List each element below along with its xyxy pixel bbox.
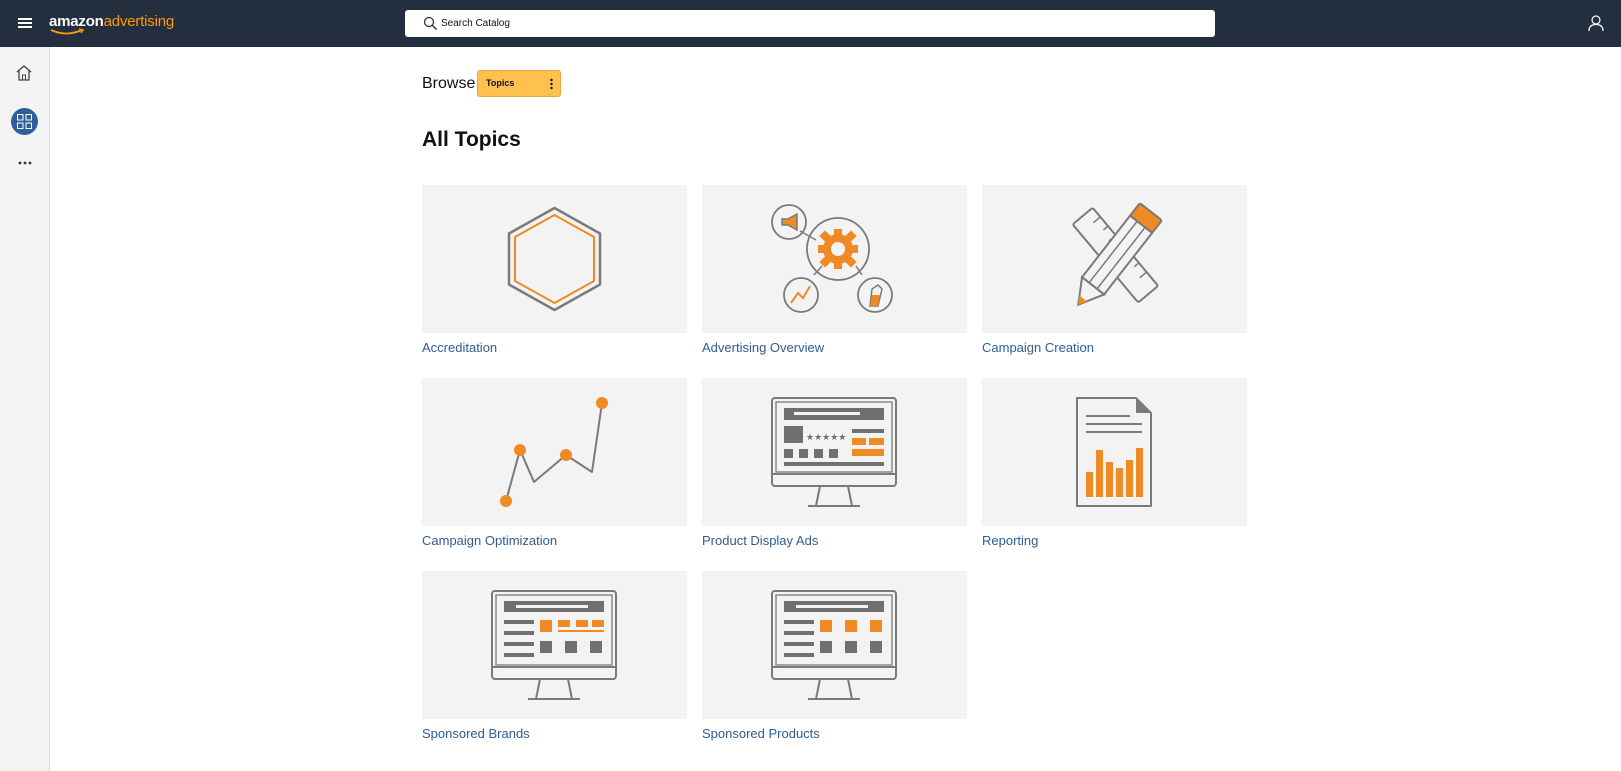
home-icon[interactable]: [14, 63, 34, 83]
svg-text:★★★★★: ★★★★★: [806, 433, 846, 443]
topic-thumbnail: [422, 571, 687, 719]
topic-label[interactable]: Reporting: [982, 533, 1247, 548]
pencil-ruler-icon: [1072, 202, 1163, 307]
hexagon-icon: [507, 206, 602, 312]
vertical-dots-icon: [550, 77, 553, 91]
search-input[interactable]: [441, 10, 1201, 37]
amazon-advertising-logo[interactable]: amazonadvertising: [49, 13, 174, 37]
topic-card-advertising-overview[interactable]: Advertising Overview: [702, 185, 967, 355]
topic-label[interactable]: Campaign Optimization: [422, 533, 687, 548]
search-icon[interactable]: [423, 16, 438, 31]
topic-thumbnail: [982, 378, 1247, 526]
report-document-icon: [1076, 397, 1152, 507]
topic-thumbnail: [422, 185, 687, 333]
topic-label[interactable]: Advertising Overview: [702, 340, 967, 355]
monitor-display-ads-icon: ★★★★★: [771, 397, 897, 507]
monitor-brands-icon: [491, 590, 617, 700]
line-graph-icon: [500, 397, 608, 507]
topic-thumbnail: ★★★★★: [702, 378, 967, 526]
topic-label[interactable]: Product Display Ads: [702, 533, 967, 548]
topic-card-sponsored-brands[interactable]: Sponsored Brands: [422, 571, 687, 741]
monitor-products-icon: [771, 590, 897, 700]
topic-thumbnail: [982, 185, 1247, 333]
gear-network-icon: [771, 204, 893, 313]
topic-thumbnail: [702, 571, 967, 719]
grid-icon: [17, 114, 32, 129]
topic-card-sponsored-products[interactable]: Sponsored Products: [702, 571, 967, 741]
topic-label[interactable]: Campaign Creation: [982, 340, 1247, 355]
topic-card-accreditation[interactable]: Accreditation: [422, 185, 687, 355]
search-bar[interactable]: [405, 10, 1215, 37]
topic-thumbnail: [422, 378, 687, 526]
logo-smile-icon: [50, 28, 85, 35]
topic-card-reporting[interactable]: Reporting: [982, 378, 1247, 548]
logo-accent: advertising: [103, 13, 175, 30]
topic-label[interactable]: Accreditation: [422, 340, 687, 355]
topic-card-campaign-optimization[interactable]: Campaign Optimization: [422, 378, 687, 548]
page-title: All Topics: [422, 128, 521, 151]
left-sidebar: [0, 47, 50, 771]
user-icon[interactable]: [1587, 14, 1605, 32]
topic-label[interactable]: Sponsored Products: [702, 726, 967, 741]
topics-dropdown-button[interactable]: Topics: [477, 70, 561, 97]
top-bar: amazonadvertising: [0, 0, 1621, 47]
hamburger-menu-icon[interactable]: [14, 12, 36, 34]
topics-button-label: Topics: [486, 78, 515, 88]
browse-label: Browse: [422, 75, 476, 92]
topic-card-campaign-creation[interactable]: Campaign Creation: [982, 185, 1247, 355]
topic-card-product-display-ads[interactable]: ★★★★★ Product Display Ads: [702, 378, 967, 548]
more-icon[interactable]: [15, 157, 35, 169]
catalog-grid-button[interactable]: [11, 108, 38, 135]
topic-thumbnail: [702, 185, 967, 333]
topic-label[interactable]: Sponsored Brands: [422, 726, 687, 741]
